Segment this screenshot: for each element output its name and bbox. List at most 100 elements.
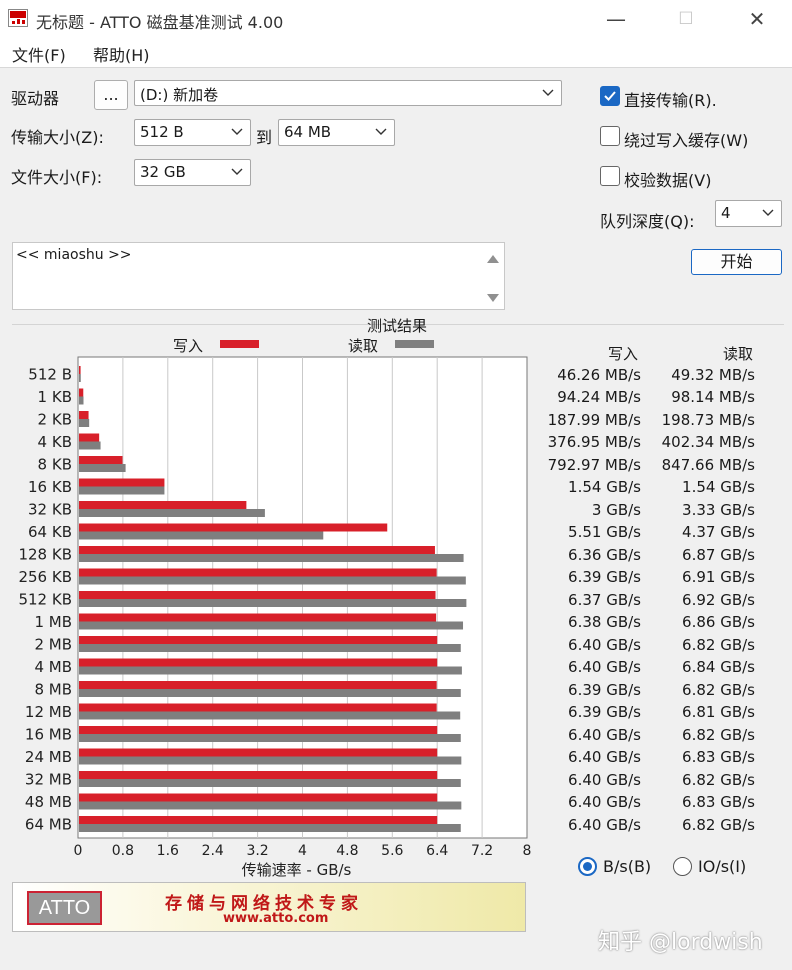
y-category-label: 32 MB [25, 771, 72, 789]
write-bar [79, 433, 100, 442]
write-result-value: 6.40 GB/s [568, 748, 641, 766]
write-bar [79, 456, 123, 464]
read-bar [79, 644, 461, 652]
read-bar [79, 486, 165, 495]
y-category-label: 512 B [28, 366, 72, 384]
write-result-value: 187.99 MB/s [547, 410, 641, 429]
y-category-label: 1 MB [34, 613, 72, 631]
y-category-label: 12 MB [25, 703, 72, 721]
x-tick-label: 3.2 [246, 843, 268, 859]
read-result-value: 4.37 GB/s [682, 523, 755, 541]
write-result-value: 3 GB/s [591, 500, 641, 519]
read-bar [79, 464, 126, 472]
x-tick-label: 2.4 [202, 843, 224, 859]
read-result-value: 6.82 GB/s [682, 635, 755, 654]
read-result-value: 6.82 GB/s [682, 815, 755, 834]
units-bytes-label: B/s(B) [603, 857, 652, 876]
write-result-value: 376.95 MB/s [547, 433, 641, 451]
y-category-label: 16 KB [28, 478, 72, 496]
read-result-value: 6.91 GB/s [682, 568, 755, 586]
read-bar [79, 824, 461, 832]
y-category-label: 32 KB [28, 501, 72, 519]
y-category-label: 8 KB [38, 456, 72, 474]
write-result-value: 46.26 MB/s [557, 365, 641, 384]
read-bar [79, 374, 81, 382]
y-category-label: 256 KB [18, 568, 72, 586]
read-result-value: 6.83 GB/s [682, 748, 755, 766]
read-result-value: 198.73 MB/s [661, 410, 755, 429]
write-bar [79, 478, 165, 487]
y-category-label: 2 KB [38, 411, 72, 429]
write-result-value: 6.40 GB/s [568, 815, 641, 834]
y-category-label: 24 MB [25, 748, 72, 766]
write-bar [79, 703, 437, 712]
read-result-value: 3.33 GB/s [682, 500, 755, 519]
read-bar [79, 779, 461, 787]
write-bar [79, 613, 437, 622]
write-result-value: 6.39 GB/s [568, 568, 641, 586]
read-result-value: 6.87 GB/s [682, 545, 755, 564]
write-bar [79, 546, 435, 554]
read-result-value: 98.14 MB/s [671, 388, 755, 406]
y-category-label: 128 KB [18, 546, 72, 564]
read-result-value: 6.83 GB/s [682, 793, 755, 811]
read-result-value: 6.86 GB/s [682, 613, 755, 631]
write-bar [79, 793, 438, 802]
write-bar [79, 523, 388, 532]
write-result-value: 792.97 MB/s [547, 455, 641, 474]
write-bar [79, 726, 438, 734]
x-tick-label: 0 [74, 843, 83, 859]
read-bar [79, 396, 84, 405]
y-category-label: 4 KB [38, 433, 72, 451]
x-tick-label: 1.6 [157, 843, 179, 859]
write-result-value: 6.40 GB/s [568, 658, 641, 676]
read-bar [79, 441, 101, 450]
x-tick-label: 7.2 [471, 843, 493, 859]
write-bar [79, 501, 247, 509]
read-bar [79, 419, 90, 427]
x-tick-label: 4.8 [336, 843, 358, 859]
write-bar [79, 816, 438, 824]
watermark: 知乎 @lordwish [598, 930, 763, 955]
write-bar [79, 568, 437, 577]
write-result-value: 5.51 GB/s [568, 523, 641, 541]
read-bar [79, 756, 462, 765]
write-bar [79, 591, 436, 599]
units-bytes-radio[interactable] [578, 857, 597, 876]
units-io-label: IO/s(I) [698, 857, 747, 876]
banner-site: www.atto.com [223, 911, 329, 926]
atto-banner[interactable]: ATTO 存储与网络技术专家 www.atto.com [12, 882, 526, 932]
read-bar [79, 554, 464, 562]
x-tick-label: 6.4 [426, 843, 448, 859]
read-result-value: 847.66 MB/s [661, 455, 755, 474]
read-result-value: 49.32 MB/s [671, 365, 755, 384]
x-axis-label: 传输速率 - GB/s [242, 861, 352, 879]
read-bar [79, 801, 462, 810]
write-result-value: 1.54 GB/s [568, 478, 641, 496]
x-tick-label: 5.6 [381, 843, 403, 859]
read-result-value: 6.82 GB/s [682, 725, 755, 744]
write-bar [79, 681, 437, 689]
read-result-value: 402.34 MB/s [661, 433, 755, 451]
read-bar [79, 666, 462, 675]
read-result-value: 6.84 GB/s [682, 658, 755, 676]
read-bar [79, 621, 464, 630]
write-result-value: 6.40 GB/s [568, 725, 641, 744]
units-io-radio[interactable] [673, 857, 692, 876]
y-category-label: 16 MB [25, 726, 72, 744]
write-bar [79, 771, 438, 779]
write-bar [79, 748, 438, 757]
atto-logo: ATTO [27, 891, 102, 925]
write-result-value: 6.39 GB/s [568, 703, 641, 721]
write-bar [79, 636, 438, 644]
y-category-label: 512 KB [18, 591, 72, 609]
y-category-label: 64 MB [25, 816, 72, 834]
y-category-label: 8 MB [34, 681, 72, 699]
write-result-value: 6.40 GB/s [568, 793, 641, 811]
read-bar [79, 711, 461, 720]
y-category-label: 4 MB [34, 658, 72, 676]
write-result-value: 94.24 MB/s [557, 388, 641, 406]
y-category-label: 1 KB [38, 388, 72, 406]
write-bar [79, 366, 81, 374]
y-category-label: 64 KB [28, 523, 72, 541]
